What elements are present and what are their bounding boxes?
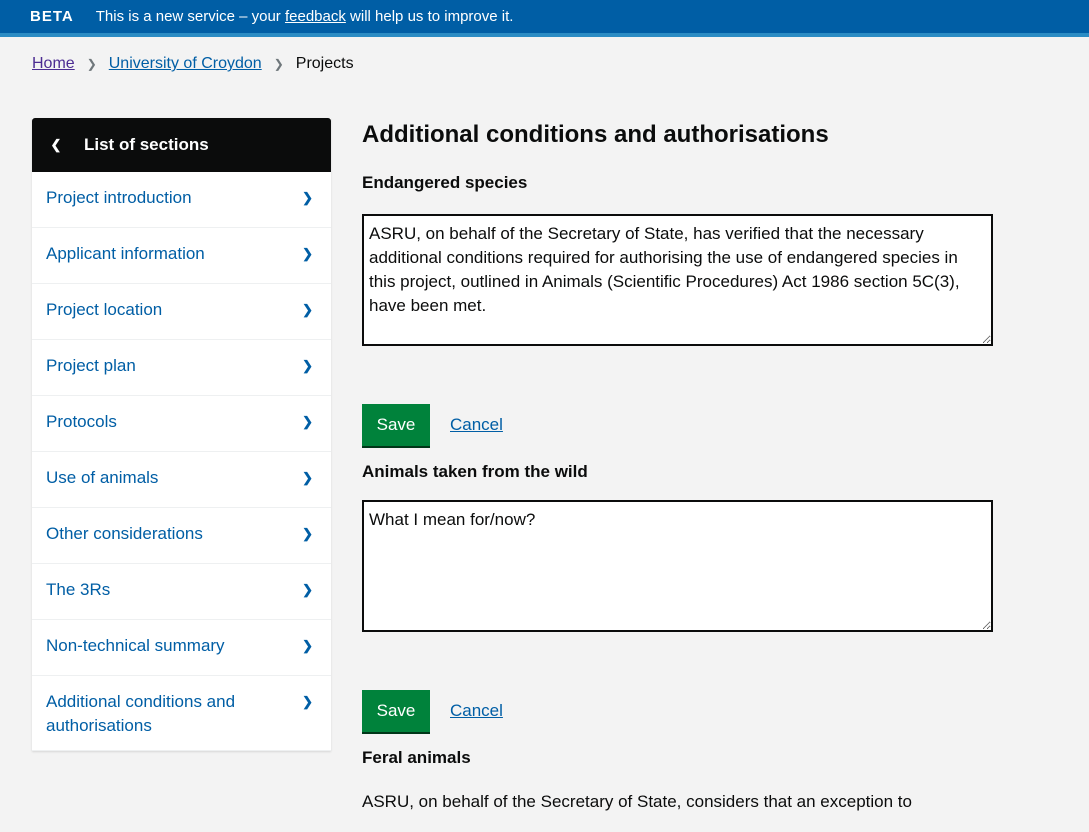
animals-from-wild-label: Animals taken from the wild (362, 462, 588, 481)
sidebar-item-label: Other considerations (46, 524, 203, 543)
breadcrumb-current: Projects (295, 55, 354, 72)
page-title: Additional conditions and authorisations (362, 121, 829, 148)
banner-message: This is a new service – your feedback wi… (96, 8, 514, 25)
breadcrumb-separator-icon: ❯ (273, 57, 284, 71)
chevron-right-icon: ❯ (302, 246, 313, 261)
cancel-link[interactable]: Cancel (450, 415, 503, 435)
breadcrumb-home[interactable]: Home (32, 55, 75, 73)
chevron-right-icon: ❯ (302, 526, 313, 541)
chevron-right-icon: ❯ (302, 190, 313, 205)
sidebar-item-label: Additional conditions and authorisations (46, 692, 236, 735)
endangered-species-actions: Save Cancel (362, 404, 1002, 446)
sidebar-item-additional-conditions[interactable]: Additional conditions and authorisations… (32, 676, 331, 751)
phase-tag: BETA (30, 8, 74, 25)
breadcrumb-establishment[interactable]: University of Croydon (109, 55, 262, 73)
chevron-right-icon: ❯ (302, 358, 313, 373)
sidebar-item-project-location[interactable]: Project location ❯ (32, 284, 331, 340)
sidebar-item-non-technical-summary[interactable]: Non-technical summary ❯ (32, 620, 331, 676)
chevron-right-icon: ❯ (302, 638, 313, 653)
sidebar-item-other-considerations[interactable]: Other considerations ❯ (32, 508, 331, 564)
sidebar-item-protocols[interactable]: Protocols ❯ (32, 396, 331, 452)
sidebar-item-label: Use of animals (46, 468, 159, 487)
cancel-link[interactable]: Cancel (450, 701, 503, 721)
endangered-species-textarea[interactable]: ASRU, on behalf of the Secretary of Stat… (362, 214, 993, 346)
save-button[interactable]: Save (362, 690, 430, 732)
sidebar-header-toggle[interactable]: ❮ List of sections (32, 118, 331, 172)
animals-from-wild-actions: Save Cancel (362, 690, 1002, 732)
chevron-right-icon: ❯ (302, 414, 313, 429)
banner-message-suffix: will help us to improve it. (345, 8, 514, 25)
sidebar-item-applicant-information[interactable]: Applicant information ❯ (32, 228, 331, 284)
feral-animals-text: ASRU, on behalf of the Secretary of Stat… (362, 792, 912, 811)
breadcrumb-separator-icon: ❯ (86, 57, 97, 71)
sidebar-item-project-introduction[interactable]: Project introduction ❯ (32, 172, 331, 228)
sidebar-header-label: List of sections (84, 135, 209, 154)
animals-from-wild-textarea[interactable]: What I mean for/now? (362, 500, 993, 632)
breadcrumb: Home ❯ University of Croydon ❯ Projects (32, 52, 354, 76)
endangered-species-label: Endangered species (362, 173, 528, 192)
sidebar-item-label: Project plan (46, 356, 136, 375)
main-content: Additional conditions and authorisations… (362, 118, 1002, 814)
sidebar-item-label: Non-technical summary (46, 636, 225, 655)
chevron-right-icon: ❯ (302, 302, 313, 317)
section-sidebar: ❮ List of sections Project introduction … (32, 118, 331, 751)
sidebar-item-label: Protocols (46, 412, 117, 431)
sidebar-item-label: Project location (46, 300, 163, 319)
phase-banner: BETA This is a new service – your feedba… (0, 0, 1089, 37)
banner-message-prefix: This is a new service – your (95, 8, 285, 25)
chevron-right-icon: ❯ (302, 694, 313, 709)
chevron-left-icon: ❮ (50, 137, 62, 152)
sidebar-item-label: The 3Rs (46, 580, 111, 599)
sidebar-item-label: Applicant information (46, 244, 205, 263)
sidebar-item-use-of-animals[interactable]: Use of animals ❯ (32, 452, 331, 508)
save-button[interactable]: Save (362, 404, 430, 446)
feral-animals-label: Feral animals (362, 748, 471, 767)
sidebar-item-3rs[interactable]: The 3Rs ❯ (32, 564, 331, 620)
feedback-link[interactable]: feedback (285, 8, 346, 25)
sidebar-item-project-plan[interactable]: Project plan ❯ (32, 340, 331, 396)
chevron-right-icon: ❯ (302, 470, 313, 485)
sidebar-item-label: Project introduction (46, 188, 192, 207)
chevron-right-icon: ❯ (302, 582, 313, 597)
